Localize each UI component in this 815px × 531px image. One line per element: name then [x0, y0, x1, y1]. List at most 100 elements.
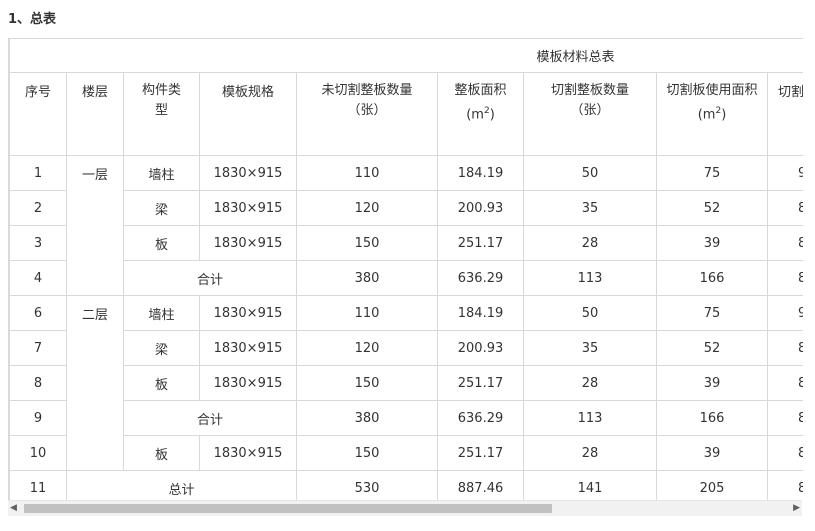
cell-partial: 8 [766, 260, 803, 296]
cell-cut-count: 50 [523, 155, 657, 191]
cell-component-type: 梁 [123, 330, 200, 366]
material-summary-table: 模板材料总表 序号 楼层 构件类型 模板规格 未切割整板数量 （张） 整板面积 … [9, 38, 803, 500]
header-uncut-count-line1: 未切割整板数量 [321, 83, 413, 98]
cell-cut-count: 28 [523, 225, 657, 261]
header-uncut-count-line2: （张） [347, 103, 387, 118]
cell-cut-area: 75 [656, 295, 768, 331]
scroll-right-icon[interactable]: ▶ [793, 503, 800, 513]
cell-uncut-count: 150 [296, 225, 438, 261]
cell-spec: 1830×915 [199, 225, 297, 261]
cell-board-area: 887.46 [437, 470, 524, 500]
cell-index: 9 [9, 400, 67, 436]
cell-cut-area: 166 [656, 260, 768, 296]
table-title: 模板材料总表 [536, 50, 615, 65]
cell-partial: 8 [766, 190, 803, 226]
cell-cut-count: 113 [523, 400, 657, 436]
cell-component-type: 墙柱 [123, 155, 200, 191]
header-cut-count-line2: （张） [570, 103, 610, 118]
cell-board-area: 636.29 [437, 400, 524, 436]
cell-component-type: 梁 [123, 190, 200, 226]
cell-board-area: 251.17 [437, 225, 524, 261]
cell-spec: 1830×915 [199, 365, 297, 401]
cell-cut-area: 39 [656, 435, 768, 471]
cell-partial: 8 [766, 365, 803, 401]
cell-cut-count: 28 [523, 435, 657, 471]
scroll-thumb[interactable] [24, 504, 552, 513]
table-row: 3 板1830×915150251.1728398 [9, 225, 803, 261]
header-uncut-count: 未切割整板数量 （张） [296, 72, 438, 156]
cell-cut-count: 28 [523, 365, 657, 401]
table-row: 10 板1830×915150251.1728398 [9, 435, 803, 471]
cell-floor: 一层 [66, 155, 124, 296]
cell-component-type: 板 [123, 365, 200, 401]
cell-cut-count: 35 [523, 330, 657, 366]
table-row: 9 合计380636.291131668 [9, 400, 803, 436]
header-cut-area: 切割板使用面积 (m2) [656, 72, 768, 156]
cell-uncut-count: 150 [296, 365, 438, 401]
cell-partial: 9 [766, 155, 803, 191]
cell-index: 7 [9, 330, 67, 366]
table-row: 1一层墙柱1830×915110184.1950759 [9, 155, 803, 296]
cell-cut-count: 50 [523, 295, 657, 331]
cell-cut-area: 52 [656, 190, 768, 226]
cell-floor: 二层 [66, 295, 124, 471]
cell-board-area: 200.93 [437, 330, 524, 366]
cell-index: 3 [9, 225, 67, 261]
header-row: 序号 楼层 构件类型 模板规格 未切割整板数量 （张） 整板面积 (m2) 切割… [9, 72, 803, 156]
cell-uncut-count: 530 [296, 470, 438, 500]
header-floor: 楼层 [66, 72, 124, 156]
cell-board-area: 184.19 [437, 155, 524, 191]
cell-cut-area: 75 [656, 155, 768, 191]
cell-index: 4 [9, 260, 67, 296]
cell-index: 8 [9, 365, 67, 401]
cell-board-area: 251.17 [437, 435, 524, 471]
cell-partial: 8 [766, 330, 803, 366]
cell-board-area: 200.93 [437, 190, 524, 226]
cell-component-type: 板 [123, 225, 200, 261]
cell-spec: 1830×915 [199, 435, 297, 471]
cell-board-area: 636.29 [437, 260, 524, 296]
header-board-area-unit: (m2) [442, 101, 519, 125]
cell-subtotal-label: 合计 [123, 400, 297, 436]
header-cut-area-line1: 切割板使用面积 [666, 83, 758, 98]
cell-cut-area: 166 [656, 400, 768, 436]
cell-cut-area: 205 [656, 470, 768, 500]
cell-index: 2 [9, 190, 67, 226]
scroll-left-icon[interactable]: ◀ [10, 503, 17, 513]
table-row: 8板1830×915150251.1728398 [9, 365, 803, 401]
cell-index: 11 [9, 470, 67, 500]
cell-total-label: 总计 [66, 470, 297, 500]
cell-board-area: 251.17 [437, 365, 524, 401]
cell-partial: 8 [766, 400, 803, 436]
header-component-type: 构件类型 [123, 72, 200, 156]
table-row: 6二层墙柱1830×915110184.1950759 [9, 295, 803, 471]
cell-spec: 1830×915 [199, 295, 297, 331]
cell-index: 6 [9, 295, 67, 331]
cell-cut-count: 141 [523, 470, 657, 500]
cell-partial: 8 [766, 470, 803, 500]
cell-spec: 1830×915 [199, 190, 297, 226]
cell-uncut-count: 120 [296, 190, 438, 226]
table-row: 11总计530887.461412058 [9, 470, 803, 500]
cell-subtotal-label: 合计 [123, 260, 297, 296]
table-row: 2 梁1830×915120200.9335528 [9, 190, 803, 226]
cell-uncut-count: 380 [296, 260, 438, 296]
unit-close: ) [489, 107, 495, 123]
header-cut-area-unit: (m2) [665, 101, 759, 125]
table-row: 4 合计380636.291131668 [9, 260, 803, 296]
cell-cut-area: 52 [656, 330, 768, 366]
header-cut-count-line1: 切割整板数量 [550, 83, 629, 98]
cell-spec: 1830×915 [199, 330, 297, 366]
table-viewport: 模板材料总表 序号 楼层 构件类型 模板规格 未切割整板数量 （张） 整板面积 … [8, 38, 803, 500]
horizontal-scrollbar[interactable]: ◀ ▶ [8, 500, 802, 516]
cell-board-area: 184.19 [437, 295, 524, 331]
cell-cut-area: 39 [656, 365, 768, 401]
cell-partial: 8 [766, 225, 803, 261]
unit-base: (m [466, 107, 484, 123]
cell-component-type: 板 [123, 435, 200, 471]
cell-uncut-count: 110 [296, 155, 438, 191]
cell-component-type: 墙柱 [123, 295, 200, 331]
header-board-area: 整板面积 (m2) [437, 72, 524, 156]
cell-cut-area: 39 [656, 225, 768, 261]
cell-uncut-count: 110 [296, 295, 438, 331]
